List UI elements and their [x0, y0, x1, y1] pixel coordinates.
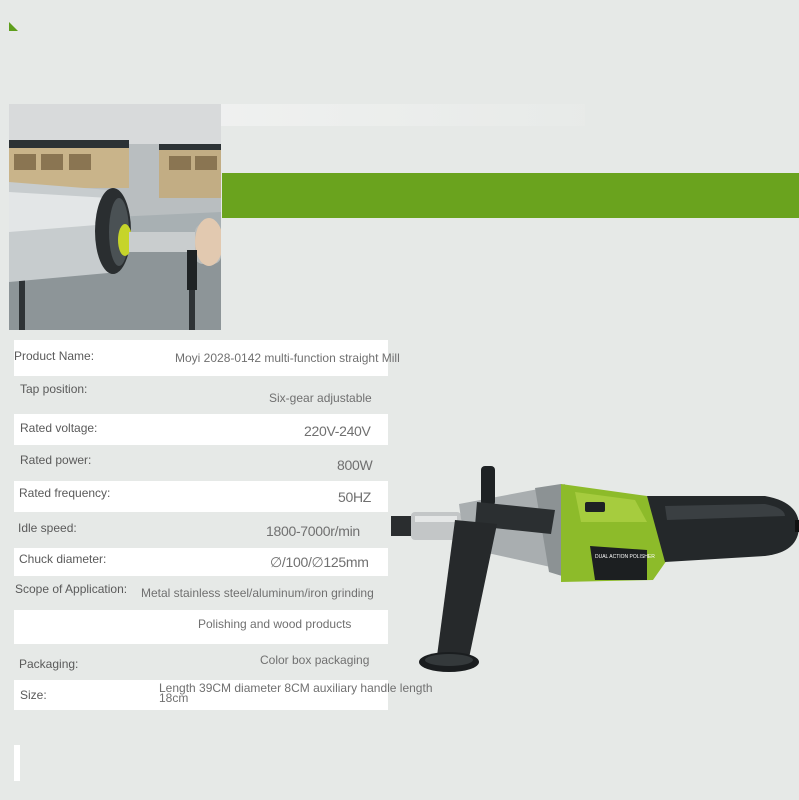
spec-row-tap-position: Tap position: Six-gear adjustable: [14, 376, 388, 414]
spec-value: ∅/100/∅125mm: [270, 554, 369, 570]
spec-row-idle-speed: Idle speed: 1800-7000r/min: [14, 512, 388, 548]
spec-row-scope: Scope of Application: Metal stainless st…: [14, 576, 388, 610]
spec-label: Scope of Application:: [15, 582, 128, 596]
spec-row-product-name: Product Name: Moyi 2028-0142 multi-funct…: [14, 340, 400, 376]
spec-label: Packaging:: [19, 657, 79, 671]
spec-value: Six-gear adjustable: [269, 391, 372, 405]
spec-value: Color box packaging: [260, 653, 370, 667]
spec-value: 1800-7000r/min: [266, 523, 360, 539]
spec-row-scope-continued: Polishing and wood products: [14, 610, 388, 644]
spec-row-rated-frequency: Rated frequency: 50HZ: [14, 481, 388, 512]
bottom-bar: [14, 745, 20, 781]
green-banner: [222, 173, 799, 218]
spec-label: Chuck diameter:: [19, 552, 107, 566]
tool-label-text: DUAL ACTION POLISHER: [595, 554, 655, 560]
spec-row-size: Size: Length 39CM diameter 8CM auxiliary…: [14, 680, 433, 710]
straight-grinder-tool: DUAL ACTION POLISHER: [385, 462, 799, 684]
spec-value: 800W: [337, 457, 373, 473]
spec-value: 220V-240V: [304, 423, 371, 439]
spec-label: Rated frequency:: [19, 486, 111, 500]
spec-value: Length 39CM diameter 8CM auxiliary handl…: [159, 681, 433, 705]
spec-value: Metal stainless steel/aluminum/iron grin…: [141, 586, 374, 600]
spec-row-rated-power: Rated power: 800W: [14, 445, 388, 481]
spec-label: Idle speed:: [18, 521, 77, 535]
spec-label: Tap position:: [20, 382, 88, 396]
spec-label: Product Name:: [14, 349, 95, 363]
spec-value: 50HZ: [338, 489, 372, 505]
spec-row-rated-voltage: Rated voltage: 220V-240V: [14, 414, 388, 445]
spec-value: Moyi 2028-0142 multi-function straight M…: [175, 351, 400, 365]
usage-photo: [9, 104, 221, 330]
spec-label: Rated voltage:: [20, 421, 98, 435]
corner-mark: [9, 22, 18, 31]
spec-label: Size:: [20, 688, 47, 702]
spec-row-chuck-diameter: Chuck diameter: ∅/100/∅125mm: [14, 548, 388, 576]
spec-label: Rated power:: [20, 453, 92, 467]
spec-value: Polishing and wood products: [198, 617, 352, 631]
spec-row-packaging: Packaging: Color box packaging: [14, 644, 388, 680]
